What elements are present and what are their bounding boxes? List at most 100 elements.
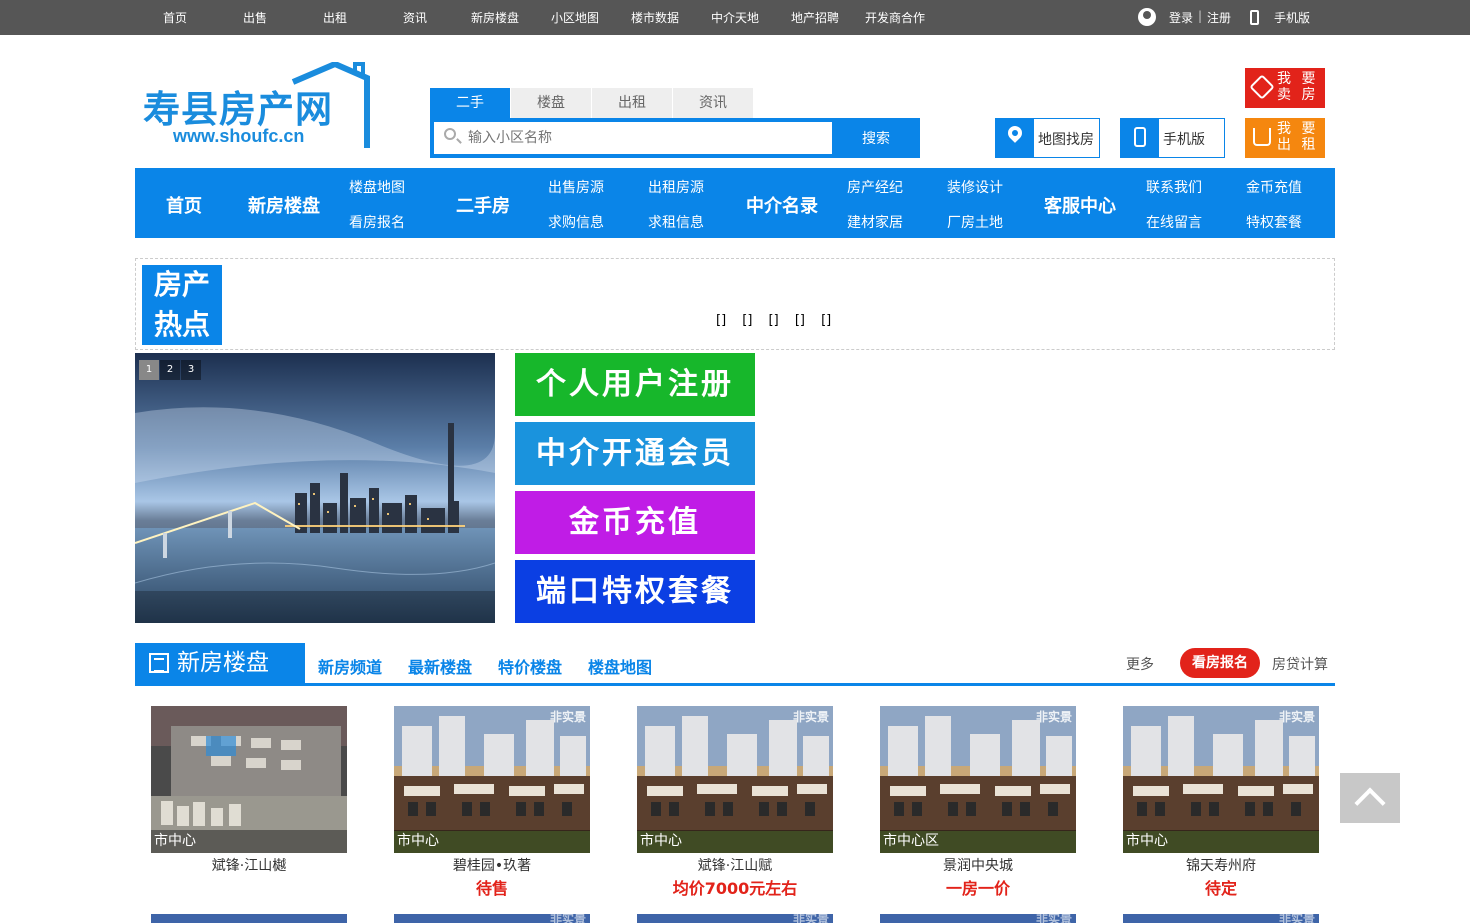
map-pin-icon bbox=[1005, 123, 1025, 143]
nav-home[interactable]: 首页 bbox=[166, 192, 202, 218]
section-tab-channel[interactable]: 新房频道 bbox=[318, 654, 382, 678]
map-search-label: 地图找房 bbox=[1038, 132, 1094, 148]
nav-agents[interactable]: 中介名录 bbox=[746, 192, 818, 218]
listing-name[interactable]: 景润中央城 bbox=[880, 855, 1076, 875]
search-box: 搜索 bbox=[430, 118, 920, 158]
login-link[interactable]: 登录 bbox=[1169, 9, 1193, 26]
listing-price: 待售 bbox=[475, 879, 508, 898]
search-icon bbox=[444, 128, 456, 140]
promo-port-package[interactable]: 端口特权套餐 bbox=[515, 560, 755, 623]
nav-factory-land[interactable]: 厂房土地 bbox=[947, 212, 1003, 232]
mortgage-calc-link[interactable]: 房贷计算 bbox=[1272, 654, 1328, 674]
viewing-signup-button[interactable]: 看房报名 bbox=[1180, 648, 1260, 678]
newhouse-section-header: 新房楼盘 新房频道 最新楼盘 特价楼盘 楼盘地图 更多 看房报名 房贷计算 bbox=[135, 643, 1335, 686]
nav-viewing-signup[interactable]: 看房报名 bbox=[349, 212, 405, 232]
search-tab-secondhand[interactable]: 二手 bbox=[430, 88, 510, 118]
listing-price: 一房一价 bbox=[945, 879, 1010, 898]
listing-card-next[interactable]: 非实景 bbox=[394, 914, 590, 923]
listing-price: 均价7000元左右 bbox=[672, 879, 798, 898]
nav-recharge[interactable]: 金币充值 bbox=[1246, 177, 1302, 197]
top-nav-news[interactable]: 资讯 bbox=[403, 9, 427, 26]
listing-card-next[interactable] bbox=[151, 914, 347, 923]
nav-newhouse[interactable]: 新房楼盘 bbox=[248, 192, 320, 218]
top-nav-market-data[interactable]: 楼市数据 bbox=[631, 9, 679, 26]
promo-coin-recharge[interactable]: 金币充值 bbox=[515, 491, 755, 554]
listing-name[interactable]: 斌锋·江山樾 bbox=[151, 855, 347, 875]
section-tab-latest[interactable]: 最新楼盘 bbox=[408, 654, 472, 678]
nav-building-materials[interactable]: 建材家居 bbox=[847, 212, 903, 232]
section-more-link[interactable]: 更多 bbox=[1126, 654, 1154, 674]
back-to-top-button[interactable] bbox=[1340, 773, 1400, 823]
listing-tag: 非实景 bbox=[1278, 710, 1315, 724]
hot-news-bar: 房产 热点 [] [] [] [] [] bbox=[135, 258, 1335, 350]
slider-page-2[interactable]: 2 bbox=[160, 360, 180, 380]
sell-house-button[interactable]: 我 要卖 房 bbox=[1245, 68, 1325, 108]
listing-name[interactable]: 碧桂园•玖著 bbox=[394, 855, 590, 875]
listing-tag: 非实景 bbox=[549, 710, 586, 724]
promo-personal-register[interactable]: 个人用户注册 bbox=[515, 353, 755, 416]
nav-decoration[interactable]: 装修设计 bbox=[947, 177, 1003, 197]
top-nav-developer[interactable]: 开发商合作 bbox=[865, 9, 925, 26]
nav-estate-map[interactable]: 楼盘地图 bbox=[349, 177, 405, 197]
top-nav-agents[interactable]: 中介天地 bbox=[711, 9, 759, 26]
mobile-link[interactable]: 手机版 bbox=[1274, 9, 1310, 26]
section-tab-map[interactable]: 楼盘地图 bbox=[588, 654, 652, 678]
section-tab-special[interactable]: 特价楼盘 bbox=[498, 654, 562, 678]
logo-url: www.shoufc.cn bbox=[173, 126, 305, 146]
search-tab-news[interactable]: 资讯 bbox=[673, 88, 753, 118]
listing-tag: 非实景 bbox=[1035, 710, 1072, 724]
search-tab-estate[interactable]: 楼盘 bbox=[511, 88, 591, 118]
top-bar: 首页 出售 出租 资讯 新房楼盘 小区地图 楼市数据 中介天地 地产招聘 开发商… bbox=[0, 0, 1470, 35]
listing-tag: 非实景 bbox=[792, 710, 829, 724]
slider-page-1[interactable]: 1 bbox=[139, 360, 159, 380]
listing-area: 市中心区 bbox=[880, 830, 1076, 853]
nav-secondhand[interactable]: 二手房 bbox=[456, 192, 510, 218]
top-nav-sale[interactable]: 出售 bbox=[243, 9, 267, 26]
listing-name[interactable]: 斌锋·江山赋 bbox=[637, 855, 833, 875]
section-title: 新房楼盘 bbox=[135, 643, 305, 683]
search-button[interactable]: 搜索 bbox=[832, 118, 920, 158]
rent-out-button[interactable]: 我 要出 租 bbox=[1245, 118, 1325, 158]
nav-rent-listings[interactable]: 出租房源 bbox=[648, 177, 704, 197]
city-night-image bbox=[135, 353, 495, 623]
top-nav-rent[interactable]: 出租 bbox=[323, 9, 347, 26]
site-logo[interactable]: 寿县房产网 www.shoufc.cn bbox=[143, 62, 373, 152]
slider-pager: 123 bbox=[139, 357, 202, 380]
nav-buy-requests[interactable]: 求购信息 bbox=[548, 212, 604, 232]
top-nav-community-map[interactable]: 小区地图 bbox=[551, 9, 599, 26]
map-pin-box bbox=[996, 119, 1034, 157]
search-input[interactable] bbox=[434, 122, 832, 154]
hot-news-items[interactable]: [] [] [] [] [] bbox=[716, 313, 831, 328]
top-nav-jobs[interactable]: 地产招聘 bbox=[791, 9, 839, 26]
listing-image: 非实景 市中心 bbox=[1123, 706, 1319, 853]
listing-image: 非实景 市中心 bbox=[637, 706, 833, 853]
nav-privilege[interactable]: 特权套餐 bbox=[1246, 212, 1302, 232]
phone-icon bbox=[1250, 10, 1259, 25]
nav-sale-listings[interactable]: 出售房源 bbox=[548, 177, 604, 197]
nav-contact[interactable]: 联系我们 bbox=[1146, 177, 1202, 197]
nav-rent-requests[interactable]: 求租信息 bbox=[648, 212, 704, 232]
listing-area: 市中心 bbox=[151, 830, 347, 853]
promo-agent-membership[interactable]: 中介开通会员 bbox=[515, 422, 755, 485]
listing-image: 非实景 市中心 bbox=[394, 706, 590, 853]
listing-card-next[interactable]: 非实景 bbox=[880, 914, 1076, 923]
top-nav-newhouse[interactable]: 新房楼盘 bbox=[471, 9, 519, 26]
nav-message[interactable]: 在线留言 bbox=[1146, 212, 1202, 232]
search-tab-rent[interactable]: 出租 bbox=[592, 88, 672, 118]
mobile-version-button[interactable]: 手机版 bbox=[1120, 118, 1225, 158]
slider-page-3[interactable]: 3 bbox=[181, 360, 201, 380]
banner-slider[interactable]: 123 bbox=[135, 353, 495, 623]
rent-out-label: 我 要出 租 bbox=[1277, 121, 1319, 153]
user-icon bbox=[1138, 8, 1156, 26]
top-nav-home[interactable]: 首页 bbox=[163, 9, 187, 26]
listing-card-next[interactable]: 非实景 bbox=[637, 914, 833, 923]
logo-name: 寿县房产网 bbox=[143, 88, 333, 131]
listing-price: 待定 bbox=[1204, 879, 1237, 898]
nav-brokers[interactable]: 房产经纪 bbox=[847, 177, 903, 197]
listing-image: 非实景 市中心区 bbox=[880, 706, 1076, 853]
nav-service[interactable]: 客服中心 bbox=[1044, 192, 1116, 218]
map-search-button[interactable]: 地图找房 bbox=[995, 118, 1100, 158]
listing-name[interactable]: 锦天寿州府 bbox=[1123, 855, 1319, 875]
listing-card-next[interactable]: 非实景 bbox=[1123, 914, 1319, 923]
register-link[interactable]: 注册 bbox=[1207, 9, 1231, 26]
